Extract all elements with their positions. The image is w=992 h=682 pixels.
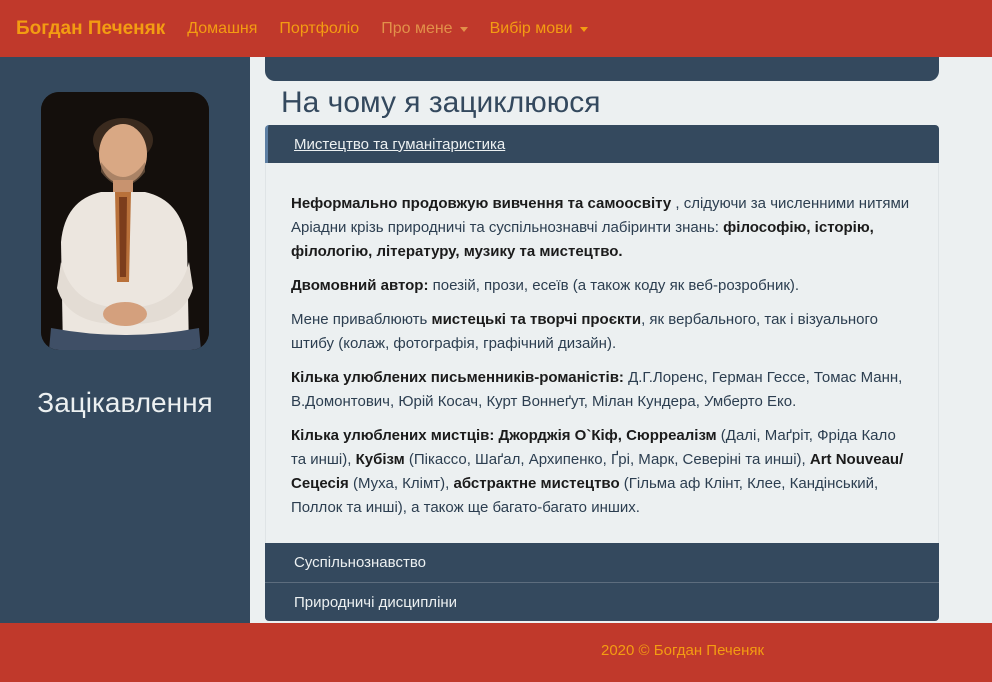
accordion-header-social-sciences[interactable]: Суспільнознавство [265, 543, 939, 582]
nav-home[interactable]: Домашня [187, 20, 257, 38]
top-card [265, 57, 939, 81]
interests-accordion: Мистецтво та гуманітаристика Неформально… [265, 125, 939, 621]
sidebar-title: Зацікавлення [37, 387, 213, 418]
navbar: Богдан Печеняк Домашня Портфоліо Про мен… [0, 0, 992, 57]
page-title: На чому я зациклююся [281, 86, 601, 119]
footer: 2020 © Богдан Печеняк [0, 623, 992, 682]
accordion-header-label: Природничі дисципліни [294, 593, 458, 611]
paragraph-artists: Кілька улюблених мистців: Джорджія О`Кіф… [291, 427, 904, 516]
paragraph-education: Неформально продовжую вивчення та самоос… [291, 195, 910, 260]
nav-about-dropdown[interactable]: Про мене [381, 19, 468, 38]
profile-photo [41, 92, 209, 350]
sidebar: Зацікавлення [0, 57, 250, 623]
nav-language-label: Вибір мови [489, 19, 573, 37]
nav-about-label: Про мене [381, 19, 453, 37]
accordion-header-natural-sciences[interactable]: Природничі дисципліни [265, 582, 939, 621]
brand-link[interactable]: Богдан Печеняк [16, 18, 165, 40]
accordion-header-label: Суспільнознавство [294, 554, 426, 571]
paragraph-projects: Мене приваблюють мистецькі та творчі про… [291, 311, 879, 352]
caret-down-icon [579, 26, 588, 32]
nav-portfolio[interactable]: Портфоліо [279, 20, 359, 38]
paragraph-writers: Кілька улюблених письменників-романістів… [291, 369, 903, 410]
accordion-body-arts: Неформально продовжую вивчення та самоос… [265, 163, 939, 543]
caret-down-icon [459, 26, 468, 32]
paragraph-author: Двомовний автор: поезій, прози, есеїв (а… [291, 277, 800, 294]
footer-copyright: 2020 © Богдан Печеняк [601, 642, 765, 659]
nav-language-dropdown[interactable]: Вибір мови [490, 20, 588, 38]
accordion-header-arts[interactable]: Мистецтво та гуманітаристика [265, 125, 939, 163]
accordion-header-label: Мистецтво та гуманітаристика [294, 135, 506, 153]
